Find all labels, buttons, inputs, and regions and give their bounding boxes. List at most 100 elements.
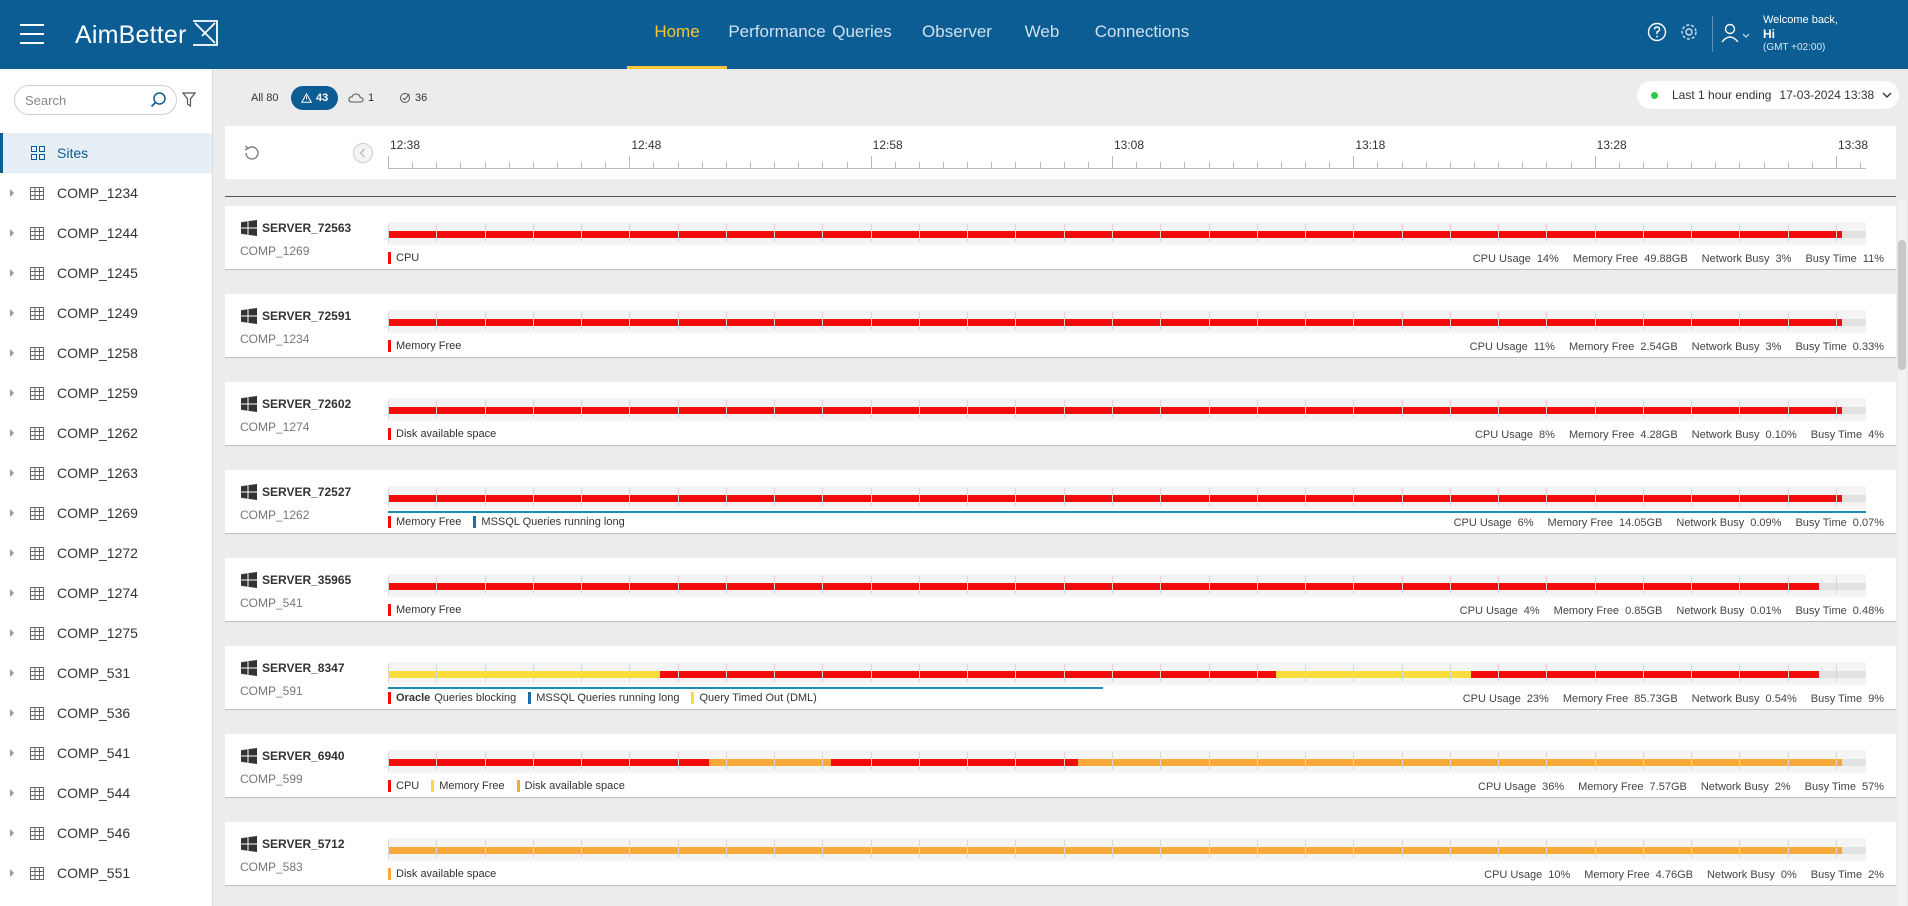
filter-warnings[interactable]: 43 — [291, 86, 339, 110]
sidebar-item[interactable]: COMP_1245 — [0, 253, 212, 293]
server-timeline-track[interactable] — [388, 838, 1866, 861]
sidebar-item[interactable]: COMP_1244 — [0, 213, 212, 253]
expand-caret-icon[interactable] — [10, 829, 14, 837]
filter-all[interactable]: All 80 — [251, 86, 279, 110]
secondary-alert-line[interactable] — [388, 687, 1104, 689]
legend-item[interactable]: Memory Free — [431, 780, 505, 792]
alert-segment[interactable] — [388, 583, 1819, 590]
server-card[interactable]: SERVER_6940 COMP_599 CPU Memory Free Disk av… — [225, 734, 1896, 798]
alert-segment[interactable] — [388, 495, 1843, 502]
server-name[interactable]: SERVER_35965 — [262, 573, 351, 587]
sidebar-item[interactable]: COMP_531 — [0, 653, 212, 693]
legend-item[interactable]: Oracle Queries blocking — [388, 692, 516, 704]
expand-caret-icon[interactable] — [10, 269, 14, 277]
server-card[interactable]: SERVER_5712 COMP_583 Disk available space C… — [225, 822, 1896, 886]
legend-item[interactable]: Disk available space — [516, 780, 625, 792]
server-timeline-track[interactable] — [388, 486, 1866, 509]
filter-ok[interactable]: 36 — [399, 86, 427, 110]
sidebar-item[interactable]: COMP_546 — [0, 813, 212, 853]
legend-item[interactable]: Memory Free — [388, 340, 461, 352]
sidebar-item[interactable]: COMP_1263 — [0, 453, 212, 493]
server-card[interactable]: SERVER_35965 COMP_541 Memory Free CPU Usage… — [225, 558, 1896, 622]
expand-caret-icon[interactable] — [10, 349, 14, 357]
sidebar-sites[interactable]: Sites — [0, 133, 212, 173]
nav-queries[interactable]: Queries — [832, 0, 892, 69]
server-card[interactable]: SERVER_72527 COMP_1262 Memory Free MSSQL Qu… — [225, 470, 1896, 534]
server-timeline-track[interactable] — [388, 398, 1866, 421]
expand-caret-icon[interactable] — [10, 309, 14, 317]
alert-segment[interactable] — [1471, 671, 1819, 678]
sidebar-item[interactable]: COMP_1249 — [0, 293, 212, 333]
legend-item[interactable]: Memory Free — [388, 516, 461, 528]
expand-caret-icon[interactable] — [10, 189, 14, 197]
server-name[interactable]: SERVER_72591 — [262, 309, 351, 323]
alert-segment[interactable] — [388, 319, 1843, 326]
expand-caret-icon[interactable] — [10, 669, 14, 677]
server-name[interactable]: SERVER_72527 — [262, 485, 351, 499]
timeline-prev-button[interactable] — [353, 143, 373, 163]
sidebar-item[interactable]: COMP_544 — [0, 773, 212, 813]
server-timeline-track[interactable] — [388, 574, 1866, 597]
server-name[interactable]: SERVER_8347 — [262, 661, 345, 675]
server-name[interactable]: SERVER_6940 — [262, 749, 345, 763]
sidebar-item[interactable]: COMP_1269 — [0, 493, 212, 533]
nav-web[interactable]: Web — [1017, 0, 1067, 69]
refresh-icon[interactable] — [243, 144, 261, 162]
server-timeline-track[interactable] — [388, 310, 1866, 333]
expand-caret-icon[interactable] — [10, 469, 14, 477]
filter-cloud[interactable]: 1 — [348, 86, 374, 110]
server-name[interactable]: SERVER_5712 — [262, 837, 345, 851]
expand-caret-icon[interactable] — [10, 789, 14, 797]
sidebar-item[interactable]: COMP_541 — [0, 733, 212, 773]
sidebar-item[interactable]: COMP_1272 — [0, 533, 212, 573]
alert-segment[interactable] — [708, 759, 832, 766]
expand-caret-icon[interactable] — [10, 229, 14, 237]
expand-caret-icon[interactable] — [10, 709, 14, 717]
expand-caret-icon[interactable] — [10, 429, 14, 437]
sidebar-item[interactable]: COMP_1274 — [0, 573, 212, 613]
nav-connections[interactable]: Connections — [1092, 0, 1192, 69]
sidebar-item[interactable]: COMP_1258 — [0, 333, 212, 373]
expand-caret-icon[interactable] — [10, 389, 14, 397]
server-timeline-track[interactable] — [388, 662, 1866, 685]
alert-segment[interactable] — [388, 407, 1843, 414]
expand-caret-icon[interactable] — [10, 549, 14, 557]
alert-segment[interactable] — [388, 671, 660, 678]
alert-segment[interactable] — [388, 847, 1843, 854]
scrollbar-thumb[interactable] — [1898, 240, 1906, 370]
legend-item[interactable]: CPU — [388, 780, 419, 792]
expand-caret-icon[interactable] — [10, 749, 14, 757]
expand-caret-icon[interactable] — [10, 629, 14, 637]
server-card[interactable]: SERVER_72602 COMP_1274 Disk available spac… — [225, 382, 1896, 446]
expand-caret-icon[interactable] — [10, 869, 14, 877]
legend-item[interactable]: Query Timed Out (DML) — [691, 692, 817, 704]
server-card[interactable]: SERVER_72563 COMP_1269 CPU CPU Usage 14% Memo… — [225, 206, 1896, 270]
secondary-alert-line[interactable] — [388, 511, 1866, 513]
sidebar-item[interactable]: COMP_1259 — [0, 373, 212, 413]
filter-icon[interactable] — [182, 92, 196, 108]
help-icon[interactable] — [1647, 22, 1667, 42]
sidebar-item[interactable]: COMP_1262 — [0, 413, 212, 453]
legend-item[interactable]: Memory Free — [388, 604, 461, 616]
legend-item[interactable]: MSSQL Queries running long — [528, 692, 679, 704]
brand-logo[interactable]: AimBetter — [75, 21, 187, 50]
alert-segment[interactable] — [388, 231, 1843, 238]
sidebar-item[interactable]: COMP_1275 — [0, 613, 212, 653]
alert-segment[interactable] — [831, 759, 1079, 766]
time-range-selector[interactable]: Last 1 hour ending 17-03-2024 13:38 — [1637, 81, 1899, 109]
legend-item[interactable]: CPU — [388, 252, 419, 264]
nav-performance[interactable]: Performance — [727, 0, 827, 69]
expand-caret-icon[interactable] — [10, 589, 14, 597]
legend-item[interactable]: Disk available space — [388, 428, 496, 440]
menu-icon[interactable] — [20, 24, 44, 44]
settings-gear-icon[interactable] — [1679, 22, 1699, 42]
nav-home[interactable]: Home — [627, 0, 727, 69]
search-icon[interactable] — [150, 91, 168, 109]
user-icon[interactable] — [1721, 23, 1751, 43]
legend-item[interactable]: Disk available space — [388, 868, 496, 880]
server-name[interactable]: SERVER_72563 — [262, 221, 351, 235]
sidebar-item[interactable]: COMP_536 — [0, 693, 212, 733]
server-timeline-track[interactable] — [388, 222, 1866, 245]
server-timeline-track[interactable] — [388, 750, 1866, 773]
legend-item[interactable]: MSSQL Queries running long — [473, 516, 625, 528]
